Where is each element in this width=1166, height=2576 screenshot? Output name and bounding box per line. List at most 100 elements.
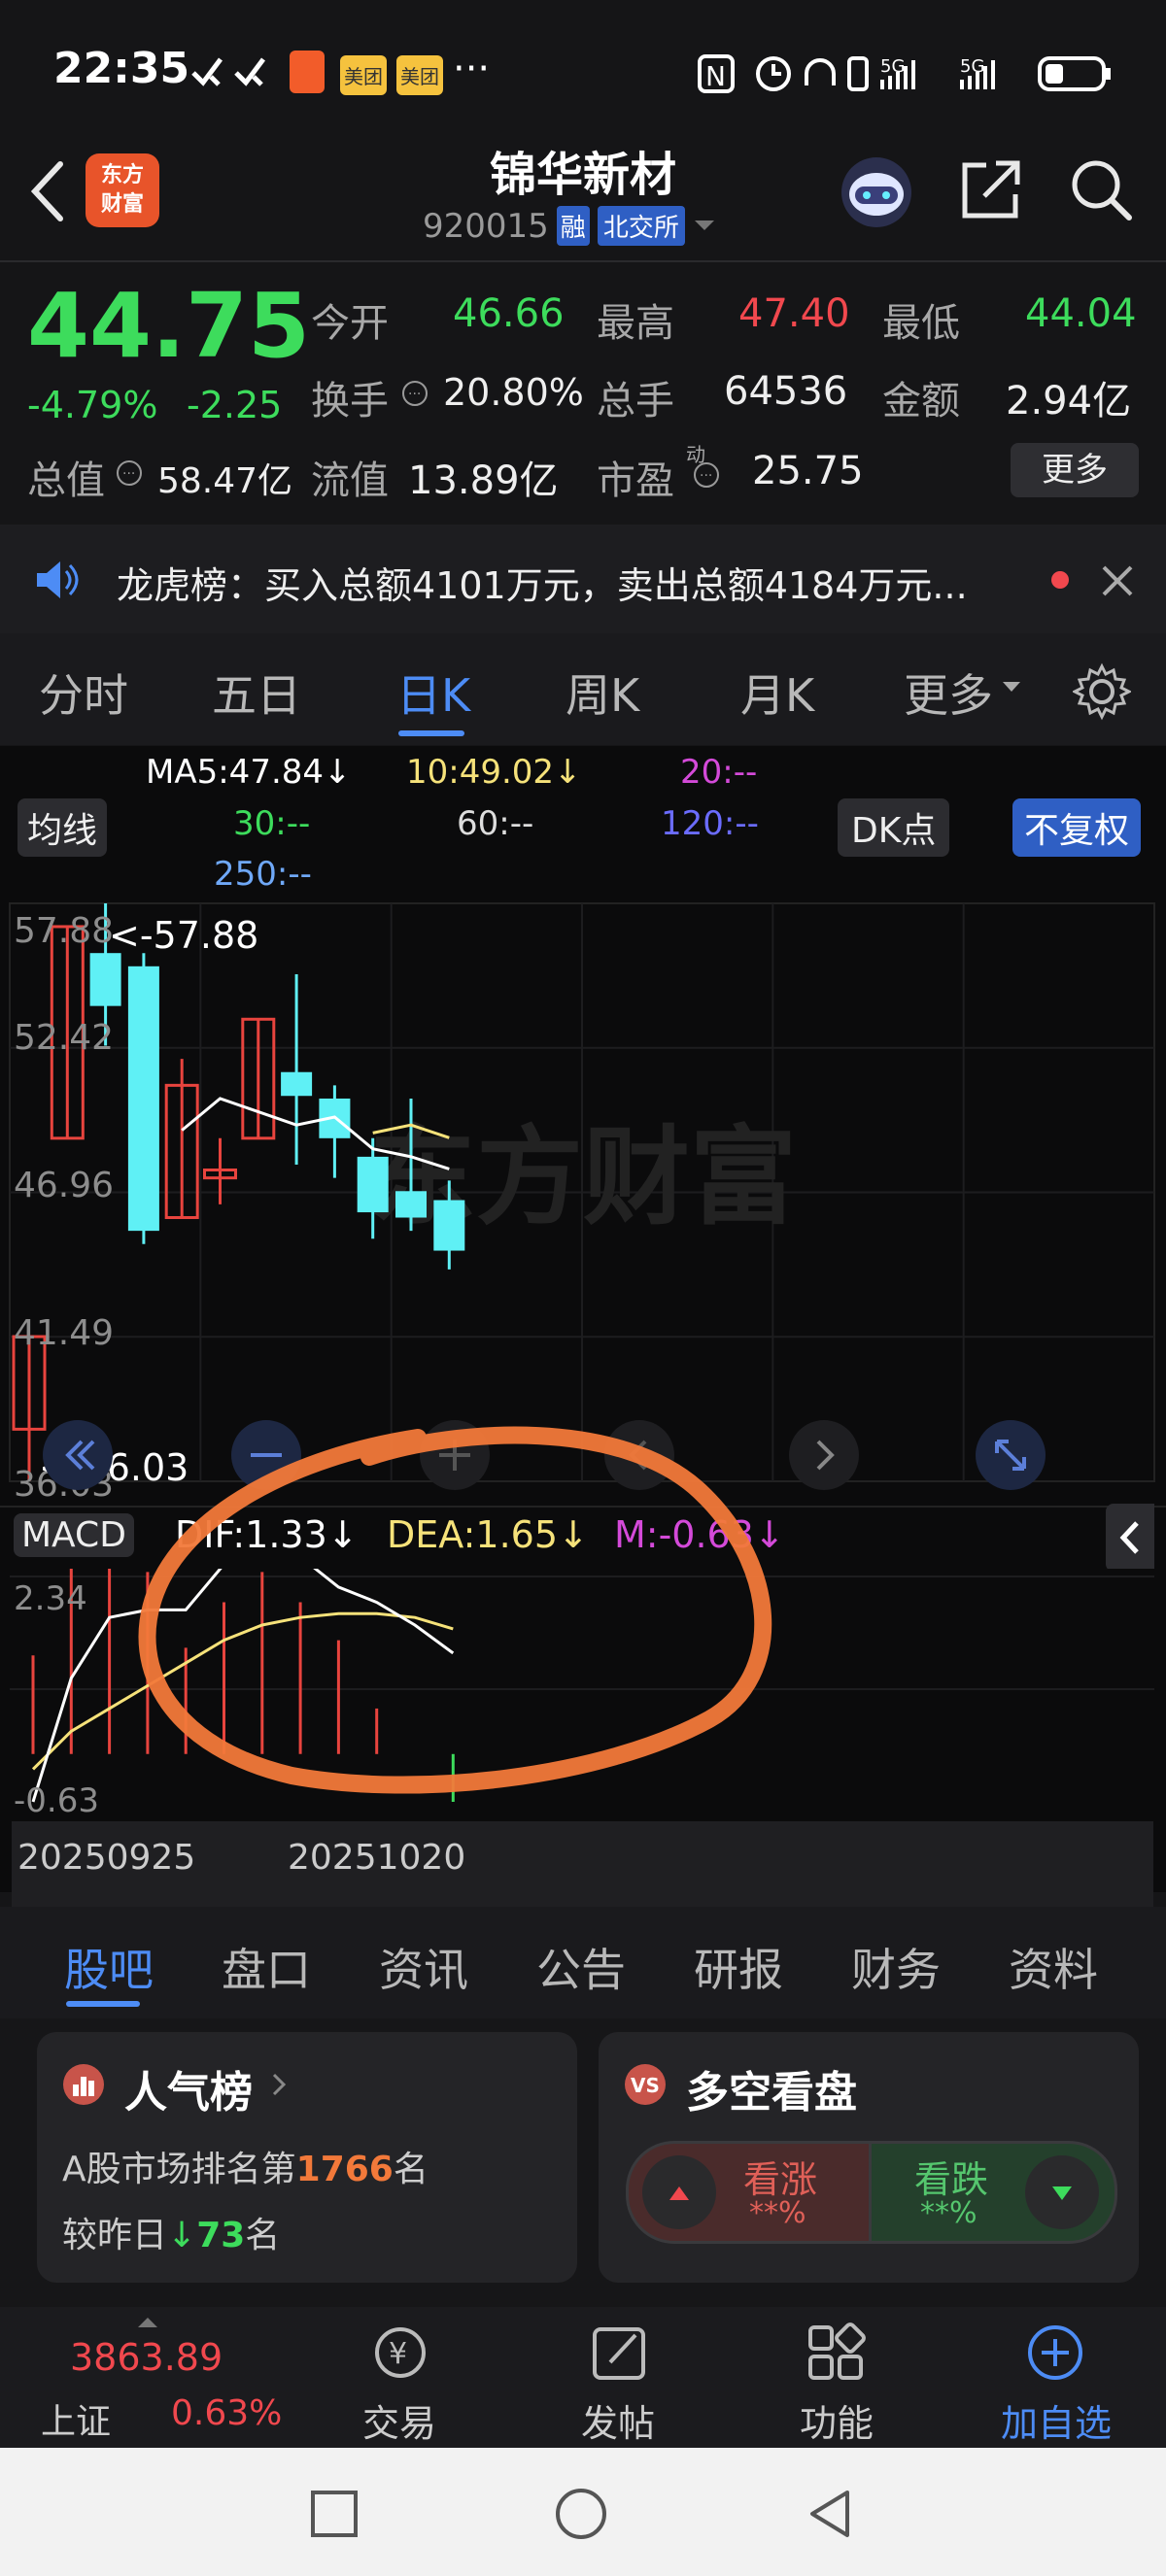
svg-text:VS: VS — [631, 2074, 660, 2097]
total-value-label: 总值 — [27, 458, 105, 503]
tab-guba[interactable]: 股吧 — [64, 1935, 154, 1999]
index-percent[interactable]: 0.63% — [171, 2393, 282, 2433]
index-name[interactable]: 上证 — [41, 2393, 111, 2444]
no-adjust-button[interactable]: 不复权 — [1012, 798, 1142, 857]
ma-selector[interactable]: 均线 — [17, 798, 108, 857]
turnover-value: 20.80% — [443, 371, 584, 414]
trade-label[interactable]: 交易 — [362, 2393, 436, 2447]
notice-text[interactable]: 龙虎榜：买入总额4101万元，卖出总额4184万元... — [117, 556, 968, 609]
high-value: 47.40 — [738, 291, 850, 336]
svg-text:5G: 5G — [960, 56, 984, 77]
rank-suffix: 名 — [393, 2150, 429, 2189]
search-icon[interactable] — [1067, 155, 1135, 223]
tab-announcements[interactable]: 公告 — [536, 1935, 626, 1999]
more-button[interactable]: 更多 — [1011, 443, 1139, 497]
more-dots: ··· — [453, 47, 491, 91]
back-nav-icon[interactable] — [805, 2487, 855, 2541]
y-axis-label: 52.42 — [14, 1018, 114, 1058]
clock: 22:35 — [53, 44, 190, 93]
amount-value: 2.94亿 — [1006, 379, 1132, 424]
current-price: 44.75 — [27, 274, 311, 378]
bear-button[interactable]: 看跌 **% — [869, 2141, 1117, 2244]
rank-prefix: A股市场排名第 — [62, 2150, 296, 2189]
info-icon[interactable]: ··· — [115, 458, 144, 488]
recent-apps-icon[interactable] — [309, 2489, 360, 2539]
high-label: 最高 — [597, 301, 674, 346]
meituan-icon: 美团 — [340, 55, 387, 95]
tab-profile[interactable]: 资料 — [1009, 1935, 1098, 1999]
chevron-down-icon — [694, 220, 714, 230]
tab-news[interactable]: 资讯 — [379, 1935, 468, 1999]
unread-dot — [1051, 571, 1069, 589]
system-status-icons: N 5G 5G — [698, 54, 1111, 93]
info-icon[interactable]: ··· — [400, 379, 429, 408]
tab-pankou[interactable]: 盘口 — [222, 1935, 311, 1999]
ma5-label: MA5:47.84↓ — [146, 753, 352, 792]
ma120-label: 120:-- — [661, 804, 759, 843]
edit-post-icon[interactable] — [585, 2322, 655, 2384]
share-icon[interactable] — [957, 155, 1025, 223]
grid-apps-icon[interactable] — [803, 2322, 873, 2384]
float-value: 13.89亿 — [408, 458, 559, 503]
tab-more[interactable]: 更多 — [904, 661, 993, 725]
low-value: 44.04 — [1025, 291, 1137, 336]
info-icon[interactable]: ··· — [692, 460, 721, 490]
bull-value: **% — [749, 2196, 806, 2230]
hand-drawn-circle-annotation — [138, 1426, 772, 1794]
candle-body — [395, 1191, 427, 1218]
ma60-label: 60:-- — [457, 804, 534, 843]
volume-label: 总手 — [597, 379, 674, 424]
y-axis-label: 46.96 — [14, 1166, 114, 1205]
rank-line: A股市场排名第1766名 — [62, 2141, 429, 2191]
index-value[interactable]: 3863.89 — [70, 2336, 223, 2379]
open-label: 今开 — [311, 301, 389, 346]
candle-body — [127, 966, 159, 1232]
total-value: 58.47亿 — [157, 461, 293, 501]
stock-code-row[interactable]: 920015 融 北交所 — [423, 206, 716, 246]
trade-icon[interactable]: ¥ — [365, 2322, 435, 2384]
chevron-up-icon[interactable] — [136, 2316, 159, 2329]
ma30-label: 30:-- — [233, 804, 311, 843]
popularity-title: 人气榜 — [124, 2068, 253, 2118]
chevron-down-icon — [1003, 682, 1020, 692]
margin-tag: 融 — [556, 206, 590, 246]
candle-body — [433, 1200, 465, 1251]
svg-text:···: ··· — [700, 468, 712, 484]
bull-button[interactable]: 看涨 **% — [626, 2141, 874, 2244]
popularity-card[interactable]: 人气榜 A股市场排名第1766名 较昨日↓73名 — [37, 2032, 577, 2283]
tab-research[interactable]: 研报 — [694, 1935, 783, 1999]
rank-change-value: 73 — [196, 2216, 246, 2255]
ranking-icon — [63, 2064, 104, 2105]
y-axis-label: 57.88 — [14, 911, 114, 951]
app-icon — [290, 51, 325, 93]
meituan-icon: 美团 — [396, 55, 443, 95]
post-label[interactable]: 发帖 — [581, 2393, 655, 2447]
svg-text:5G: 5G — [880, 56, 905, 77]
bear-value: **% — [920, 2196, 977, 2230]
function-label[interactable]: 功能 — [800, 2393, 874, 2447]
tab-daily-k[interactable]: 日K — [396, 661, 470, 725]
tab-weekly-k[interactable]: 周K — [566, 661, 639, 725]
robot-assistant-icon[interactable] — [838, 153, 915, 231]
home-icon[interactable] — [554, 2487, 608, 2541]
add-circle-icon[interactable] — [1020, 2322, 1090, 2384]
pe-value: 25.75 — [752, 449, 864, 493]
add-watchlist-label[interactable]: 加自选 — [1001, 2393, 1112, 2447]
tab-finance[interactable]: 财务 — [851, 1935, 941, 1999]
tab-intraday[interactable]: 分时 — [39, 661, 128, 725]
speaker-icon — [37, 561, 79, 598]
change-amount: -2.25 — [187, 384, 283, 426]
x-axis-label: 20251020 — [288, 1838, 466, 1878]
close-icon[interactable] — [1098, 561, 1137, 600]
candle-body — [357, 1156, 389, 1213]
stock-code: 920015 — [423, 206, 549, 246]
gear-icon[interactable] — [1073, 662, 1131, 721]
exchange-tag: 北交所 — [597, 206, 685, 246]
tab-five-day[interactable]: 五日 — [212, 661, 301, 725]
dk-point-button[interactable]: DK点 — [838, 798, 950, 857]
rank-change-line: 较昨日↓73名 — [62, 2207, 280, 2257]
candle-body — [89, 953, 121, 1006]
float-value-label: 流值 — [311, 458, 389, 503]
tab-monthly-k[interactable]: 月K — [740, 661, 814, 725]
open-value: 46.66 — [453, 291, 565, 336]
